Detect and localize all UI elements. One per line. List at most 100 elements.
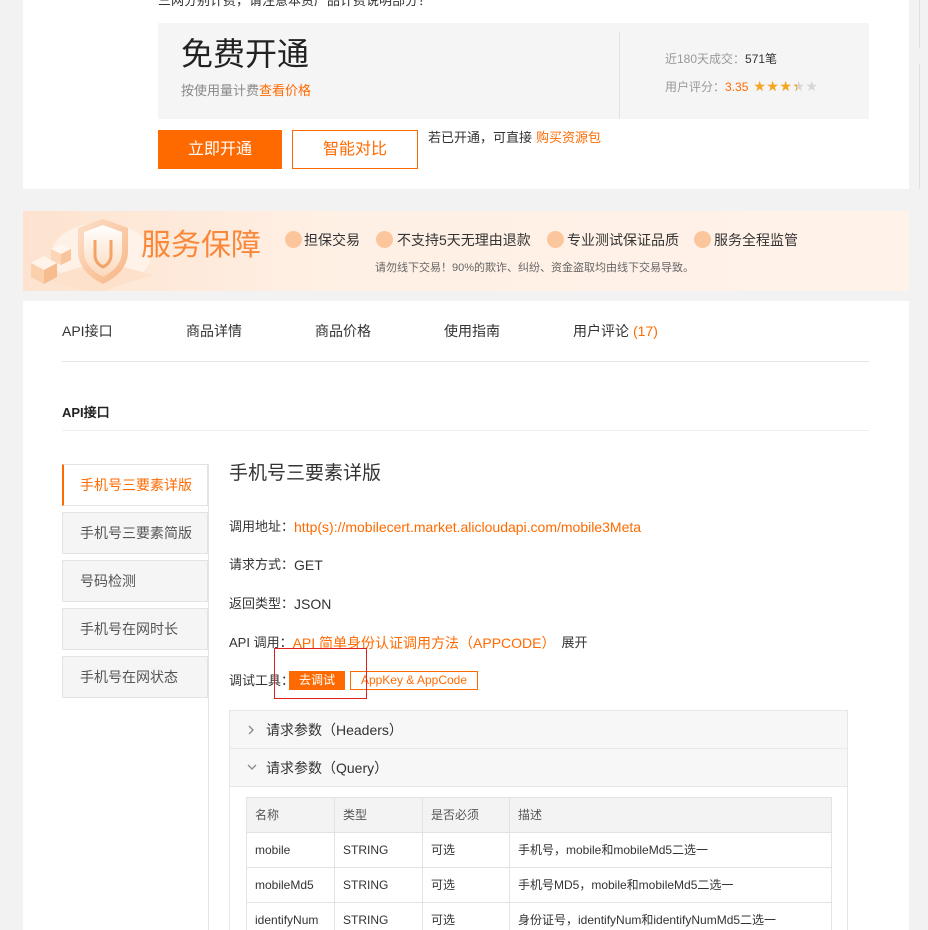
appcode-auth-link[interactable]: API 简单身份认证调用方法（APPCODE） bbox=[293, 634, 556, 652]
purchase-hint-text: 若已开通，可直接 bbox=[428, 130, 533, 145]
tab-pricing[interactable]: 商品价格 bbox=[315, 323, 371, 339]
rating-stars: ★★ ★★ ★★ ★★ ★★ bbox=[753, 80, 818, 94]
tab-divider bbox=[62, 361, 869, 362]
open-now-button[interactable]: 立即开通 bbox=[158, 130, 282, 169]
headers-params-header[interactable]: 请求参数（Headers） bbox=[230, 711, 847, 749]
method-row: 请求方式： GET bbox=[229, 556, 323, 574]
auth-label: API 调用： bbox=[229, 635, 293, 650]
billing-mode: 按使用量计费 bbox=[181, 83, 260, 98]
sidebar-item-number-check[interactable]: 号码检测 bbox=[62, 560, 208, 602]
tab-usage-guide[interactable]: 使用指南 bbox=[444, 323, 500, 339]
deals-stat: 近180天成交： 571笔 bbox=[665, 51, 777, 67]
bullet-dot-icon bbox=[547, 231, 564, 248]
offline-trade-warning: 请勿线下交易！90%的欺诈、纠纷、资金盗取均由线下交易导致。 bbox=[375, 262, 695, 274]
request-params-accordion: 请求参数（Headers） 请求参数（Query） 名称 类型 是否必须 描述 bbox=[229, 710, 848, 930]
chevron-right-icon bbox=[248, 725, 254, 735]
query-params-title: 请求参数（Query） bbox=[266, 760, 389, 776]
banner-title: 服务保障 bbox=[141, 229, 261, 262]
table-header-row: 名称 类型 是否必须 描述 bbox=[246, 797, 832, 833]
plan-card: 免费开通 按使用量计费查看价格 近180天成交： 571笔 用户评分： 3.35 ★… bbox=[158, 23, 869, 119]
endpoint-label: 调用地址： bbox=[229, 519, 295, 534]
rating-label: 用户评分： bbox=[665, 80, 726, 94]
chevron-down-icon bbox=[247, 764, 257, 770]
column-header: 描述 bbox=[509, 797, 832, 833]
headers-params-title: 请求参数（Headers） bbox=[266, 722, 403, 738]
param-type: STRING bbox=[334, 832, 423, 868]
column-header: 名称 bbox=[246, 797, 335, 833]
rating-value: 3.35 bbox=[725, 80, 749, 94]
appkey-appcode-button[interactable]: AppKey & AppCode bbox=[350, 671, 478, 690]
debug-row: 调试工具： bbox=[229, 672, 294, 690]
endpoint-row: 调用地址： http(s)://mobilecert.market.aliclou… bbox=[229, 518, 641, 536]
param-required: 可选 bbox=[422, 832, 510, 868]
sidebar-item-mobile3-simple[interactable]: 手机号三要素简版 bbox=[62, 512, 208, 554]
bullet-dot-icon bbox=[376, 231, 393, 248]
method-label: 请求方式： bbox=[229, 557, 295, 572]
star-fill: ★ bbox=[766, 80, 779, 94]
param-required: 可选 bbox=[422, 867, 510, 903]
divider bbox=[619, 32, 620, 119]
page-edge-line bbox=[919, 0, 920, 48]
param-name: identifyNum bbox=[246, 902, 335, 930]
guarantee-item: 不支持5天无理由退款 bbox=[397, 232, 531, 248]
param-description: 身份证号，identifyNum和identifyNumMd5二选一 bbox=[509, 902, 832, 930]
star-fill: ★ bbox=[753, 80, 766, 94]
page: 三网分别计费，请注意本资产品计费说明部分！ 免费开通 按使用量计费查看价格 近1… bbox=[0, 0, 928, 930]
table-row: mobileMd5 STRING 可选 手机号MD5，mobile和mobile… bbox=[246, 867, 832, 903]
debug-button[interactable]: 去调试 bbox=[289, 671, 345, 690]
purchase-hint: 若已开通，可直接 购买资源包 bbox=[428, 130, 601, 146]
expand-toggle[interactable]: 展开 bbox=[562, 634, 588, 652]
star-icon: ★★ bbox=[792, 79, 805, 95]
view-price-link[interactable]: 查看价格 bbox=[259, 83, 311, 98]
deals-label: 近180天成交： bbox=[665, 52, 746, 66]
query-params-table: 名称 类型 是否必须 描述 mobile STRING 可选 手机号，mobil… bbox=[246, 797, 832, 930]
star-icon: ★★ bbox=[805, 79, 818, 95]
sidebar-item-online-duration[interactable]: 手机号在网时长 bbox=[62, 608, 208, 650]
param-name: mobile bbox=[246, 832, 335, 868]
return-type-value: JSON bbox=[294, 596, 332, 612]
smart-compare-button[interactable]: 智能对比 bbox=[292, 130, 418, 169]
buy-package-link[interactable]: 购买资源包 bbox=[536, 130, 601, 145]
tab-user-reviews-label: 用户评论 bbox=[573, 323, 629, 339]
bullet-dot-icon bbox=[694, 231, 711, 248]
column-header: 是否必须 bbox=[422, 797, 510, 833]
star-icon: ★★ bbox=[779, 79, 792, 95]
star-icon: ★★ bbox=[753, 79, 766, 95]
sidebar-divider bbox=[208, 464, 209, 930]
plan-billing: 按使用量计费查看价格 bbox=[181, 82, 311, 100]
product-detail-panel: API接口 商品详情 商品价格 使用指南 用户评论 (17) API接口 手机号三… bbox=[23, 301, 909, 930]
page-edge-line bbox=[919, 64, 920, 189]
table-row: identifyNum STRING 可选 身份证号，identifyNum和i… bbox=[246, 902, 832, 930]
param-required: 可选 bbox=[422, 902, 510, 930]
column-header: 类型 bbox=[334, 797, 423, 833]
sidebar-item-mobile3-detail[interactable]: 手机号三要素详版 bbox=[62, 464, 208, 506]
sidebar-item-online-status[interactable]: 手机号在网状态 bbox=[62, 656, 208, 698]
service-guarantee-banner: 服务保障 担保交易 不支持5天无理由退款 专业测试保证品质 服务全程监管 请勿线… bbox=[23, 211, 909, 291]
endpoint-url-link[interactable]: http(s)://mobilecert.market.alicloudapi.… bbox=[294, 518, 641, 536]
bullet-dot-icon bbox=[285, 231, 302, 248]
query-params-header[interactable]: 请求参数（Query） bbox=[230, 749, 847, 787]
deals-value: 571笔 bbox=[745, 52, 778, 66]
review-count: (17) bbox=[633, 323, 658, 339]
api-title: 手机号三要素详版 bbox=[229, 463, 382, 484]
return-type-row: 返回类型： JSON bbox=[229, 595, 331, 613]
tab-product-details[interactable]: 商品详情 bbox=[186, 323, 242, 339]
star-fill: ★ bbox=[779, 80, 792, 94]
method-value: GET bbox=[294, 557, 323, 573]
guarantee-item: 担保交易 bbox=[304, 232, 360, 248]
tab-user-reviews[interactable]: 用户评论 (17) bbox=[573, 323, 658, 339]
param-description: 手机号，mobile和mobileMd5二选一 bbox=[509, 832, 832, 868]
star-fill: ★ bbox=[792, 80, 797, 94]
star-icon: ★★ bbox=[766, 79, 779, 95]
purchase-panel: 三网分别计费，请注意本资产品计费说明部分！ 免费开通 按使用量计费查看价格 近1… bbox=[23, 0, 909, 189]
param-type: STRING bbox=[334, 902, 423, 930]
guarantee-item: 专业测试保证品质 bbox=[567, 232, 679, 248]
return-type-label: 返回类型： bbox=[229, 596, 295, 611]
param-name: mobileMd5 bbox=[246, 867, 335, 903]
param-description: 手机号MD5，mobile和mobileMd5二选一 bbox=[509, 867, 832, 903]
billing-notice: 三网分别计费，请注意本资产品计费说明部分！ bbox=[158, 0, 432, 8]
rating-stat: 用户评分：3.35 ★★ ★★ ★★ ★★ ★★ bbox=[665, 79, 818, 95]
guarantee-item: 服务全程监管 bbox=[714, 232, 798, 248]
table-row: mobile STRING 可选 手机号，mobile和mobileMd5二选一 bbox=[246, 832, 832, 868]
tab-api[interactable]: API接口 bbox=[62, 323, 113, 339]
